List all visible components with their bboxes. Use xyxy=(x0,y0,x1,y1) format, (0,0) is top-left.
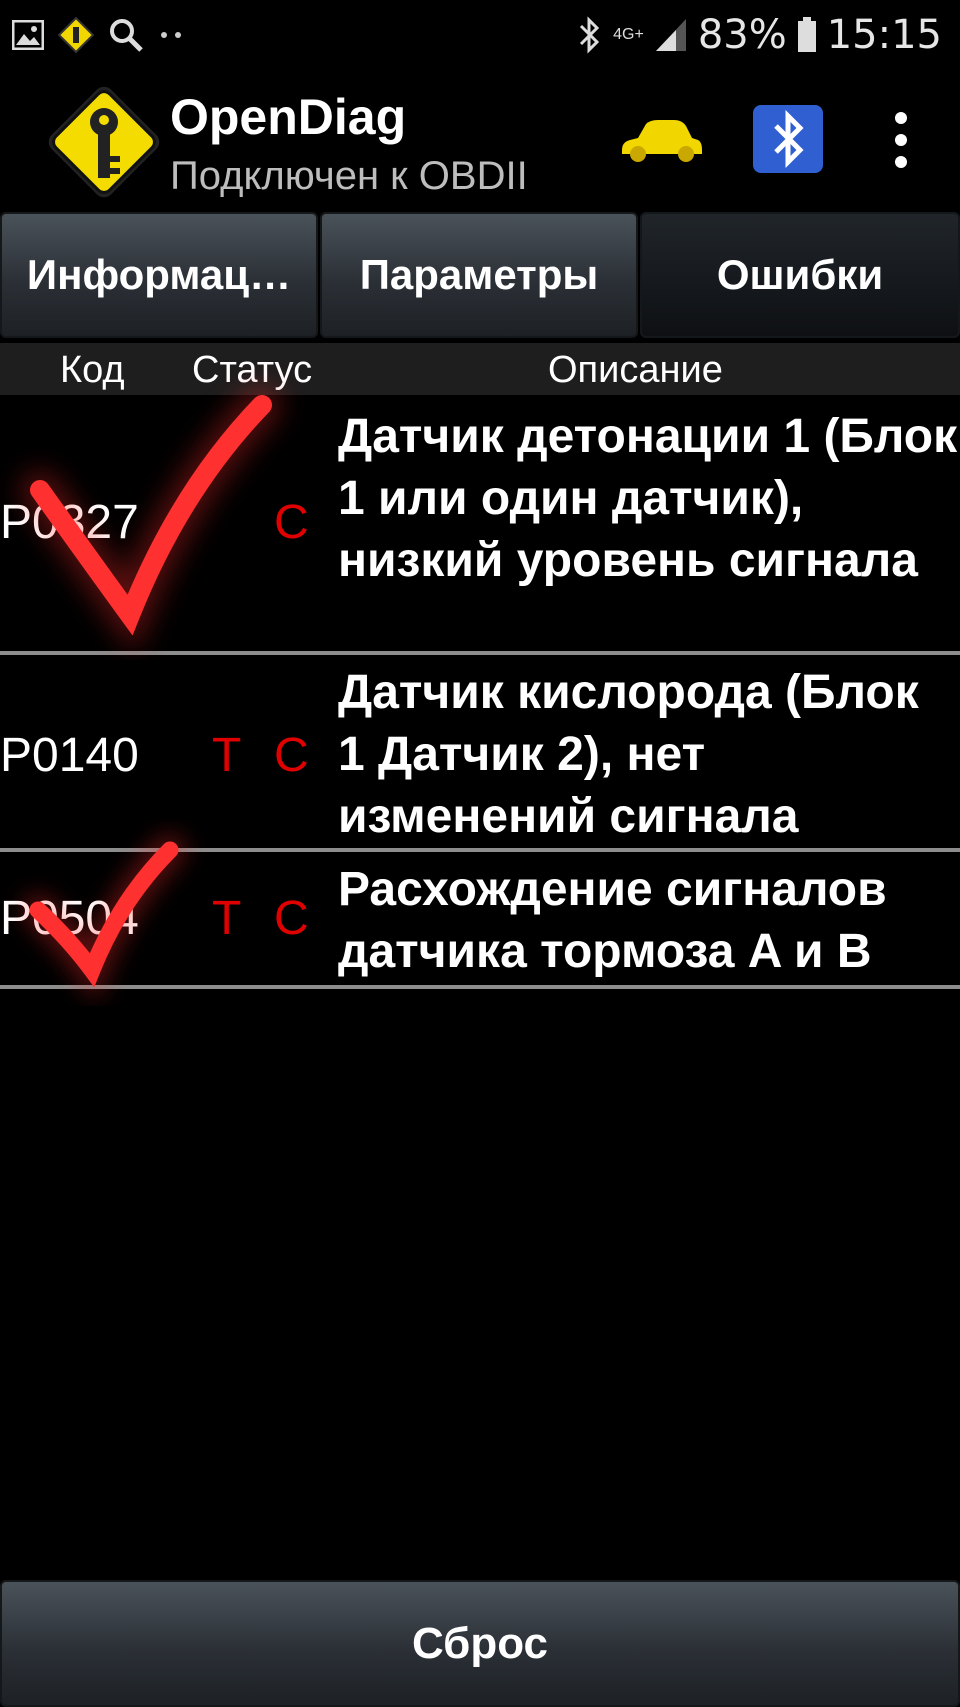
status-t: T xyxy=(212,892,242,945)
signal-icon xyxy=(655,19,686,51)
row-divider xyxy=(0,848,960,852)
bluetooth-adapter-icon[interactable] xyxy=(752,104,824,174)
row-divider xyxy=(0,985,960,989)
car-icon[interactable] xyxy=(618,116,704,166)
header-status: Статус xyxy=(192,349,313,391)
status-bar: 4G+ 83% 15:15 xyxy=(0,0,960,70)
status-c: C xyxy=(274,892,309,945)
action-bar: OpenDiag Подключен к OBDII xyxy=(0,70,960,210)
battery-percent: 83% xyxy=(697,12,787,58)
status-t: T xyxy=(212,729,242,782)
bluetooth-icon xyxy=(580,16,600,54)
connection-status: Подключен к OBDII xyxy=(170,154,528,198)
status-c: C xyxy=(274,496,309,549)
system-icons: 4G+ 83% 15:15 xyxy=(577,10,942,60)
more-dots-icon xyxy=(161,32,181,38)
reset-button[interactable]: Сброс xyxy=(0,1580,960,1707)
table-row[interactable]: P0327 C Датчик детонации 1 (Блок 1 или о… xyxy=(0,400,960,650)
app-logo-key-icon xyxy=(48,86,160,198)
search-icon xyxy=(110,19,143,52)
app-title: OpenDiag xyxy=(170,89,407,145)
overflow-menu-icon[interactable] xyxy=(880,108,922,172)
dtc-description: Датчик кислорода (Блок 1 Датчик 2), нет … xyxy=(338,666,919,843)
header-description: Описание xyxy=(548,349,723,391)
tab-errors[interactable]: Ошибки xyxy=(640,212,960,338)
table-row[interactable]: P0504 T C Расхождение сигналов датчика т… xyxy=(0,853,960,983)
notification-icons xyxy=(12,12,186,58)
network-type: 4G+ xyxy=(613,26,644,43)
dtc-description: Датчик детонации 1 (Блок 1 или один датч… xyxy=(338,410,958,587)
status-c: C xyxy=(274,729,309,782)
navigation-app-icon xyxy=(58,17,94,53)
tab-information[interactable]: Информац… xyxy=(0,212,318,338)
table-header: Код Статус Описание xyxy=(0,343,960,395)
dtc-code: P0504 xyxy=(0,892,139,945)
image-icon xyxy=(12,20,44,50)
tab-bar: Информац… Параметры Ошибки xyxy=(0,212,960,340)
header-code: Код xyxy=(60,349,125,391)
dtc-description: Расхождение сигналов датчика тормоза A и… xyxy=(338,863,887,978)
dtc-code: P0140 xyxy=(0,729,139,782)
battery-icon xyxy=(797,17,816,52)
dtc-code: P0327 xyxy=(0,496,139,549)
table-row[interactable]: P0140 T C Датчик кислорода (Блок 1 Датчи… xyxy=(0,656,960,846)
tab-parameters[interactable]: Параметры xyxy=(320,212,638,338)
row-divider xyxy=(0,651,960,655)
clock: 15:15 xyxy=(826,12,942,58)
